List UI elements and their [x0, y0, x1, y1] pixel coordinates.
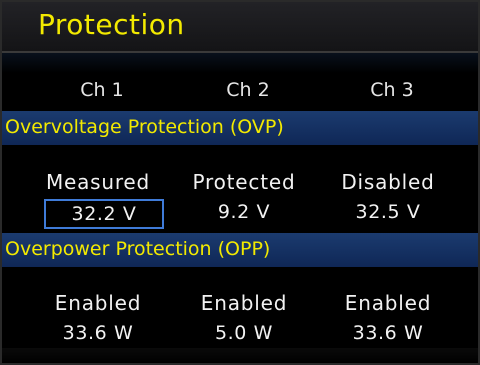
ovp-section-title: Overvoltage Protection (OVP)	[5, 116, 284, 138]
opp-section-header: Overpower Protection (OPP)	[2, 233, 478, 267]
opp-ch1-value[interactable]: 33.6 W	[38, 322, 158, 344]
opp-ch2-state: Enabled	[200, 291, 288, 315]
opp-section-title: Overpower Protection (OPP)	[5, 238, 271, 260]
opp-ch1-state: Enabled	[54, 291, 142, 315]
ovp-ch1-state: Measured	[45, 170, 151, 194]
title-bar: Protection	[2, 2, 478, 53]
channel-2-label: Ch 2	[226, 79, 270, 101]
channel-header-row: Ch 1 Ch 2 Ch 3	[2, 73, 478, 111]
opp-ch3-value[interactable]: 33.6 W	[328, 322, 448, 344]
opp-ch3-state: Enabled	[344, 291, 432, 315]
channels-spacer	[2, 53, 478, 73]
ovp-ch2-state: Protected	[192, 170, 296, 194]
channel-3-label: Ch 3	[370, 79, 414, 101]
opp-ch2-value[interactable]: 5.0 W	[184, 322, 304, 344]
ovp-ch3-value[interactable]: 32.5 V	[328, 201, 448, 223]
ovp-ch1-value-field[interactable]: 32.2 V	[44, 199, 164, 229]
ovp-ch2-value[interactable]: 9.2 V	[184, 201, 304, 223]
page-title: Protection	[38, 8, 185, 41]
bottom-strip	[2, 348, 478, 363]
ovp-ch3-state: Disabled	[341, 170, 435, 194]
protection-panel: Protection Ch 1 Ch 2 Ch 3 Overvoltage Pr…	[0, 0, 480, 365]
ovp-section-header: Overvoltage Protection (OVP)	[2, 111, 478, 145]
channel-1-label: Ch 1	[80, 79, 124, 101]
